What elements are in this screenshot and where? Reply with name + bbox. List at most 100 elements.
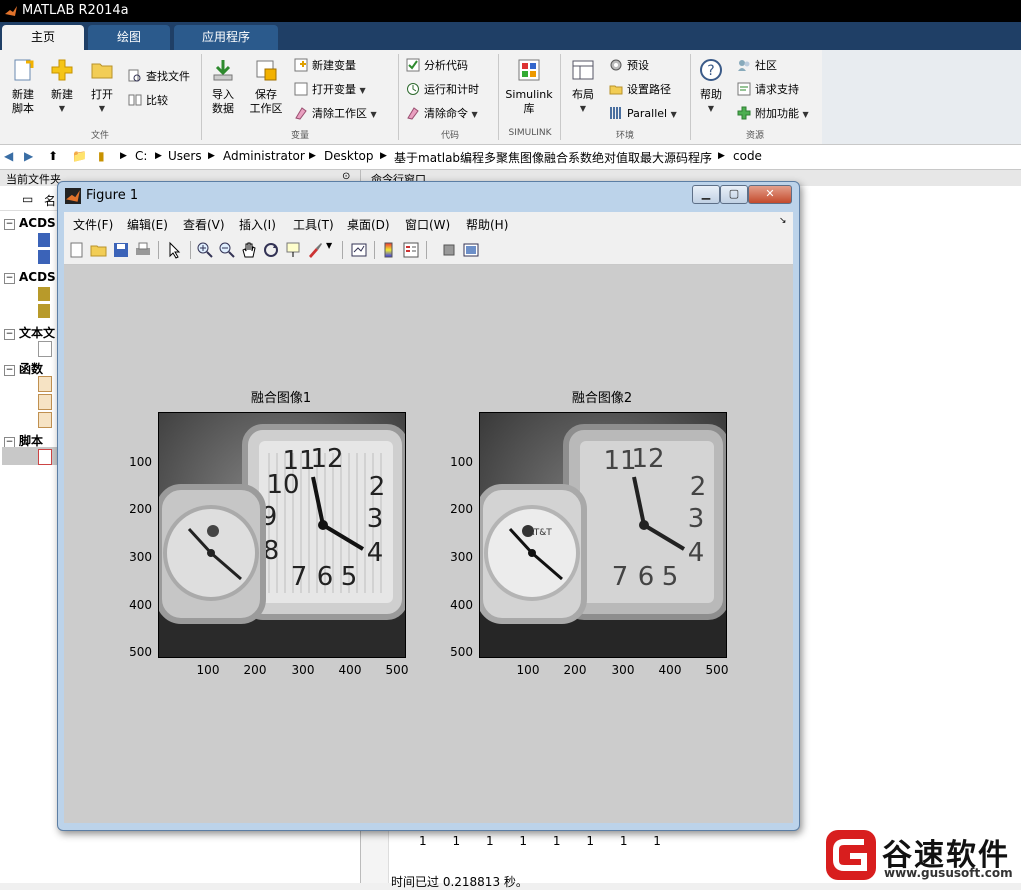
new-figure-icon[interactable] bbox=[68, 241, 86, 259]
open-variable-button[interactable]: 打开变量 ▼ bbox=[294, 81, 366, 99]
dock-arrow-icon[interactable]: ↘ bbox=[779, 216, 787, 226]
menu-help[interactable]: 帮助(H) bbox=[466, 216, 508, 233]
menu-file[interactable]: 文件(F) bbox=[73, 216, 113, 233]
tab-plots[interactable]: 绘图 bbox=[88, 25, 170, 50]
link-plot-icon[interactable] bbox=[350, 241, 368, 259]
group-label-code: 代码 bbox=[440, 131, 459, 141]
open-file-icon[interactable] bbox=[90, 241, 108, 259]
brush-icon[interactable] bbox=[306, 241, 324, 259]
tree-group-acdsee-bmp[interactable]: − ACDS bbox=[4, 216, 56, 230]
pan-hand-icon[interactable] bbox=[240, 241, 258, 259]
hide-plot-tools-icon[interactable] bbox=[440, 241, 458, 259]
open-button[interactable]: 打开 ▼ bbox=[84, 58, 120, 116]
elapsed-time-output: 时间已过 0.218813 秒。 bbox=[391, 875, 528, 889]
clear-commands-button[interactable]: 清除命令 ▼ bbox=[406, 105, 478, 123]
text-file-icon[interactable] bbox=[38, 341, 52, 357]
new-script-icon bbox=[14, 59, 34, 81]
svg-text:6: 6 bbox=[317, 562, 334, 592]
jpg-file-icon[interactable] bbox=[38, 287, 50, 301]
group-label-variable: 变量 bbox=[290, 131, 309, 141]
new-variable-button[interactable]: 新建变量 bbox=[294, 57, 356, 75]
new-button[interactable]: 新建 ▼ bbox=[44, 58, 80, 116]
axes1-image[interactable]: 11 12 2 345 678 9 10 bbox=[158, 412, 406, 658]
request-support-button[interactable]: 请求支持 bbox=[737, 81, 799, 99]
help-button[interactable]: ? 帮助 ▼ bbox=[694, 58, 728, 116]
selected-script-row[interactable] bbox=[2, 447, 62, 465]
legend-icon[interactable] bbox=[402, 241, 420, 259]
jpg-file-icon[interactable] bbox=[38, 304, 50, 318]
path-crumb-code[interactable]: code bbox=[733, 149, 762, 163]
back-arrow-icon[interactable]: ◀ bbox=[4, 149, 13, 163]
path-crumb-desktop[interactable]: Desktop bbox=[324, 149, 374, 163]
set-path-button[interactable]: 设置路径 bbox=[609, 81, 671, 99]
community-button[interactable]: 社区 bbox=[737, 57, 777, 75]
analyze-code-icon bbox=[406, 58, 420, 72]
layout-button[interactable]: 布局 ▼ bbox=[566, 58, 600, 116]
save-workspace-button[interactable]: 保存 工作区 bbox=[246, 58, 286, 116]
tree-group-acdsee-jpg[interactable]: − ACDS bbox=[4, 270, 56, 284]
up-folder-icon[interactable]: ⬆ bbox=[48, 149, 58, 163]
bmp-file-icon[interactable] bbox=[38, 233, 50, 247]
data-cursor-icon[interactable] bbox=[284, 241, 302, 259]
menu-insert[interactable]: 插入(I) bbox=[239, 216, 276, 233]
menu-window[interactable]: 窗口(W) bbox=[405, 216, 450, 233]
path-crumb-users[interactable]: Users bbox=[168, 149, 202, 163]
path-crumb-project[interactable]: 基于matlab编程多聚焦图像融合系数绝对值取最大源码程序 bbox=[394, 149, 712, 166]
analyze-code-button[interactable]: 分析代码 bbox=[406, 57, 468, 75]
close-button[interactable]: ✕ bbox=[748, 185, 792, 204]
figure-title-bar[interactable]: Figure 1 ▁ ▢ ✕ bbox=[58, 182, 799, 210]
menu-tools[interactable]: 工具(T) bbox=[293, 216, 334, 233]
simulink-library-button[interactable]: Simulink 库 bbox=[504, 58, 554, 116]
collapse-icon[interactable]: − bbox=[4, 273, 15, 284]
find-files-button[interactable]: 查找文件 bbox=[128, 68, 190, 86]
rotate-3d-icon[interactable] bbox=[262, 241, 280, 259]
group-label-file: 文件 bbox=[90, 131, 109, 141]
function-file-icon[interactable] bbox=[38, 394, 52, 410]
save-icon[interactable] bbox=[112, 241, 130, 259]
svg-text:12: 12 bbox=[310, 444, 343, 474]
add-ons-button[interactable]: 附加功能 ▼ bbox=[737, 105, 809, 123]
svg-text:?: ? bbox=[707, 63, 714, 79]
select-arrow-icon[interactable] bbox=[166, 241, 184, 259]
path-crumb-drive[interactable]: C: bbox=[135, 149, 147, 163]
zoom-in-icon[interactable] bbox=[196, 241, 214, 259]
collapse-icon[interactable]: − bbox=[4, 219, 15, 230]
clear-workspace-button[interactable]: 清除工作区 ▼ bbox=[294, 105, 377, 123]
menu-view[interactable]: 查看(V) bbox=[183, 216, 225, 233]
toolbar-divider bbox=[374, 241, 375, 259]
chevron-down-icon: ▼ bbox=[98, 104, 106, 113]
print-icon[interactable] bbox=[134, 241, 152, 259]
import-data-button[interactable]: 导入 数据 bbox=[206, 58, 240, 116]
axes2-image[interactable]: 11 12 2 345 67 AT&T bbox=[479, 412, 727, 658]
path-crumb-administrator[interactable]: Administrator bbox=[223, 149, 305, 163]
colorbar-icon[interactable] bbox=[380, 241, 398, 259]
compare-button[interactable]: 比较 bbox=[128, 92, 168, 110]
new-script-button[interactable]: 新建 脚本 bbox=[6, 58, 40, 116]
tree-group-text-files[interactable]: − 文本文 bbox=[4, 324, 55, 341]
show-plot-tools-icon[interactable] bbox=[462, 241, 480, 259]
minimize-button[interactable]: ▁ bbox=[692, 185, 720, 204]
collapse-icon[interactable]: − bbox=[4, 329, 15, 340]
axes1-ytick: 300 bbox=[129, 550, 152, 564]
figure-canvas[interactable]: 融合图像1 11 12 2 345 678 9 10 100 200 300 4… bbox=[64, 265, 793, 823]
script-file-icon[interactable] bbox=[38, 449, 52, 465]
collapse-icon[interactable]: − bbox=[4, 365, 15, 376]
tab-apps[interactable]: 应用程序 bbox=[174, 25, 278, 50]
figure-window[interactable]: Figure 1 ▁ ▢ ✕ 文件(F) 编辑(E) 查看(V) 插入(I) 工… bbox=[57, 181, 800, 831]
menu-desktop[interactable]: 桌面(D) bbox=[347, 216, 390, 233]
zoom-out-icon[interactable] bbox=[218, 241, 236, 259]
menu-edit[interactable]: 编辑(E) bbox=[127, 216, 168, 233]
tab-home[interactable]: 主页 bbox=[2, 25, 84, 50]
figure-menu-bar: 文件(F) 编辑(E) 查看(V) 插入(I) 工具(T) 桌面(D) 窗口(W… bbox=[64, 212, 793, 236]
matlab-logo-icon bbox=[65, 188, 81, 204]
maximize-button[interactable]: ▢ bbox=[720, 185, 748, 204]
bmp-file-icon[interactable] bbox=[38, 250, 50, 264]
function-file-icon[interactable] bbox=[38, 412, 52, 428]
browse-folder-icon[interactable]: 📁 bbox=[72, 149, 87, 163]
parallel-button[interactable]: Parallel ▼ bbox=[609, 105, 677, 123]
function-file-icon[interactable] bbox=[38, 376, 52, 392]
run-and-time-button[interactable]: 运行和计时 bbox=[406, 81, 479, 99]
preferences-button[interactable]: 预设 bbox=[609, 57, 649, 75]
forward-arrow-icon[interactable]: ▶ bbox=[24, 149, 33, 163]
tree-group-functions[interactable]: − 函数 bbox=[4, 360, 43, 377]
